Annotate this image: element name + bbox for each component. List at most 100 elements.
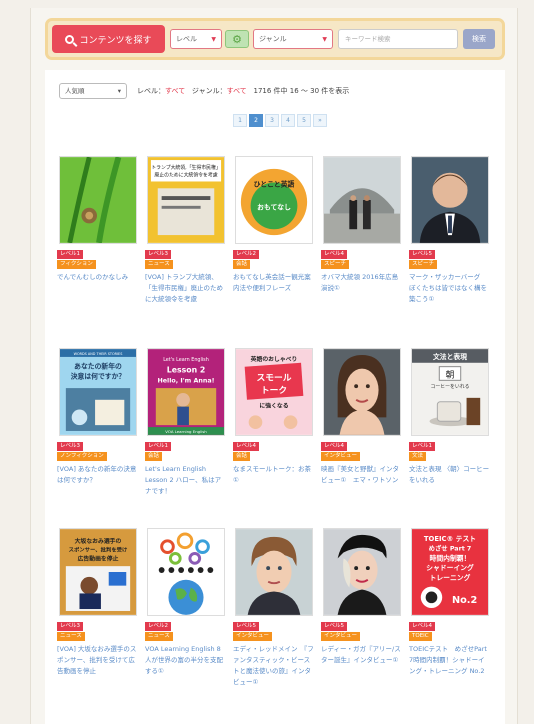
tag-badge[interactable]: レベル3 bbox=[57, 442, 83, 451]
pager-page[interactable]: 3 bbox=[265, 114, 279, 127]
card-thumbnail[interactable] bbox=[235, 528, 313, 616]
tag-badge[interactable]: ニュース bbox=[57, 632, 85, 641]
card-thumbnail[interactable] bbox=[323, 528, 401, 616]
tag-badge[interactable]: ニュース bbox=[145, 260, 173, 269]
tag-badge[interactable]: レベル5 bbox=[321, 622, 347, 631]
content-card[interactable]: TOEIC® テスト めざせ Part 7 時間内制覇！ シャドーイング トレーニング N… bbox=[409, 528, 491, 677]
card-title-link[interactable]: なまスモールトーク：お茶① bbox=[233, 464, 315, 486]
search-content-button[interactable]: コンテンツを探す bbox=[52, 25, 165, 53]
search-bar: コンテンツを探す レベル ▼ ⚙ ジャンル ▼ キーワード検索 検索 bbox=[45, 18, 505, 60]
content-card[interactable]: 英語のおしゃべり スモール トーク に強くなる レベル4 会話 なまスモールトーク：お茶① bbox=[233, 348, 315, 486]
tag-badge[interactable]: レベル3 bbox=[145, 250, 171, 259]
content-card[interactable]: 文法と表現朝コーヒーをいれるレベル1 文法文法と表現 〈朝〉コーヒーをいれる bbox=[409, 348, 491, 486]
content-card[interactable]: ひとこと英語 おもてなし レベル2 会話 おもてなし英会話ー観光案内法や便利フレーズ bbox=[233, 156, 315, 294]
content-card[interactable]: レベル5 スピーチマーク・ザッカーバーグ ぼくたちは皆ではなく構を築こう① bbox=[409, 156, 491, 305]
card-thumbnail[interactable]: 大坂なおみ選手の スポンサー、批判を受け 広告動画を停止 bbox=[59, 528, 137, 616]
tag-badge[interactable]: レベル4 bbox=[233, 442, 259, 451]
card-thumbnail[interactable]: Let's Learn English Lesson 2 Hello, I'm An… bbox=[147, 348, 225, 436]
svg-text:トーク: トーク bbox=[261, 385, 287, 396]
content-card[interactable]: レベル4 インタビュー映画『美女と野獣』インタビュー① エマ・ワトソン bbox=[321, 348, 403, 486]
card-thumbnail[interactable]: 英語のおしゃべり スモール トーク に強くなる bbox=[235, 348, 313, 436]
content-card[interactable]: Let's Learn English Lesson 2 Hello, I'm An… bbox=[145, 348, 227, 497]
page: コンテンツを探す レベル ▼ ⚙ ジャンル ▼ キーワード検索 検索 人気順 ▾… bbox=[30, 8, 518, 724]
card-title-link[interactable]: TOEICテスト めざせPart 7時間内制覇！シャドーイング・トレーニング N… bbox=[409, 644, 491, 677]
tag-badge[interactable]: 会話 bbox=[233, 260, 251, 269]
card-thumbnail[interactable] bbox=[59, 156, 137, 244]
tag-badge[interactable]: ニュース bbox=[145, 632, 173, 641]
tag-badge[interactable]: レベル4 bbox=[321, 250, 347, 259]
card-thumbnail[interactable] bbox=[323, 348, 401, 436]
tag-badge[interactable]: TOEIC bbox=[409, 632, 432, 641]
card-thumbnail[interactable]: 文法と表現朝コーヒーをいれる bbox=[411, 348, 489, 436]
card-title-link[interactable]: 映画『美女と野獣』インタビュー① エマ・ワトソン bbox=[321, 464, 403, 486]
card-title-link[interactable]: [VOA] あなたの新年の決意は何ですか？ bbox=[57, 464, 139, 486]
content-card[interactable]: レベル5 インタビューレディー・ガガ『アリー/スター誕生』インタビュー① bbox=[321, 528, 403, 666]
card-title-link[interactable]: でんでんむしのかなしみ bbox=[57, 272, 139, 283]
tag-badge[interactable]: 文法 bbox=[409, 452, 427, 461]
level-filter-label: レベル： bbox=[137, 87, 165, 95]
card-title-link[interactable]: Let's Learn English Lesson 2 ハロー、私はアナです！ bbox=[145, 464, 227, 497]
card-title-link[interactable]: VOA Learning English 8人が世界の富の半分を支配する① bbox=[145, 644, 227, 677]
sort-select[interactable]: 人気順 ▾ bbox=[59, 83, 127, 99]
card-thumbnail[interactable]: WORDS AND THEIR STORIES あなたの新年の 決意は何ですか？ bbox=[59, 348, 137, 436]
tag-badge[interactable]: 会話 bbox=[233, 452, 251, 461]
card-thumbnail[interactable]: トランプ大統領,「生得市民権」 廃止のために大統領令を考慮 bbox=[147, 156, 225, 244]
tag-badge[interactable]: レベル1 bbox=[57, 250, 83, 259]
content-card[interactable]: レベル1 フィクションでんでんむしのかなしみ bbox=[57, 156, 139, 283]
pager-page[interactable]: 4 bbox=[281, 114, 295, 127]
tag-badge[interactable]: レベル4 bbox=[409, 622, 435, 631]
content-card[interactable]: レベル5 インタビューエディ・レッドメイン 『ファンタスティック・ビーストと魔法使… bbox=[233, 528, 315, 688]
card-thumbnail[interactable] bbox=[147, 528, 225, 616]
svg-text:コーヒーをいれる: コーヒーをいれる bbox=[431, 383, 470, 390]
keyword-search-button[interactable]: 検索 bbox=[463, 29, 495, 49]
card-thumbnail[interactable] bbox=[323, 156, 401, 244]
tag-badge[interactable]: レベル2 bbox=[233, 250, 259, 259]
card-thumbnail[interactable]: ひとこと英語 おもてなし bbox=[235, 156, 313, 244]
tag-badge[interactable]: スピーチ bbox=[409, 260, 438, 269]
tag-badge[interactable]: レベル1 bbox=[145, 442, 171, 451]
content-card[interactable]: レベル4 スピーチオバマ大統領 2016年広島演説① bbox=[321, 156, 403, 294]
tag-badge[interactable]: レベル3 bbox=[57, 622, 83, 631]
tag-badge[interactable]: レベル4 bbox=[321, 442, 347, 451]
card-title-link[interactable]: マーク・ザッカーバーグ ぼくたちは皆ではなく構を築こう① bbox=[409, 272, 491, 305]
card-title-link[interactable]: おもてなし英会話ー観光案内法や便利フレーズ bbox=[233, 272, 315, 294]
card-title-link[interactable]: 文法と表現 〈朝〉コーヒーをいれる bbox=[409, 464, 491, 486]
card-title-link[interactable]: オバマ大統領 2016年広島演説① bbox=[321, 272, 403, 294]
pager-page[interactable]: 2 bbox=[249, 114, 263, 127]
tag-badge[interactable]: 会話 bbox=[145, 452, 163, 461]
tag-badge[interactable]: レベル1 bbox=[409, 442, 435, 451]
level-help-icon[interactable]: ⚙ bbox=[225, 30, 249, 48]
card-title-link[interactable]: [VOA] トランプ大統領、「生得市民権」廃止のために大統領令を考慮 bbox=[145, 272, 227, 305]
tag-badge[interactable]: インタビュー bbox=[321, 632, 361, 641]
tag-badge[interactable]: レベル5 bbox=[233, 622, 259, 631]
content-card[interactable]: WORDS AND THEIR STORIES あなたの新年の 決意は何ですか？ レベ… bbox=[57, 348, 139, 486]
tag-badge[interactable]: レベル5 bbox=[409, 250, 435, 259]
pager-next[interactable]: » bbox=[313, 114, 327, 127]
card-title-link[interactable]: レディー・ガガ『アリー/スター誕生』インタビュー① bbox=[321, 644, 403, 666]
svg-text:VOA Learning English: VOA Learning English bbox=[165, 429, 207, 434]
card-tags: レベル3 ニュース bbox=[57, 622, 139, 641]
pager-page[interactable]: 1 bbox=[233, 114, 247, 127]
content-card[interactable]: トランプ大統領,「生得市民権」 廃止のために大統領令を考慮レベル3 ニュース [VOA… bbox=[145, 156, 227, 305]
tag-badge[interactable]: レベル2 bbox=[145, 622, 171, 631]
tag-badge[interactable]: インタビュー bbox=[233, 632, 273, 641]
svg-text:トレーニング: トレーニング bbox=[430, 573, 471, 582]
content-card[interactable]: 大坂なおみ選手の スポンサー、批判を受け 広告動画を停止レベル3 ニュース [VOA] … bbox=[57, 528, 139, 677]
pager-page[interactable]: 5 bbox=[297, 114, 311, 127]
card-thumbnail[interactable] bbox=[411, 156, 489, 244]
svg-text:に強くなる: に強くなる bbox=[259, 402, 288, 410]
card-title-link[interactable]: エディ・レッドメイン 『ファンタスティック・ビーストと魔法使いの旅』インタビュー… bbox=[233, 644, 315, 688]
tag-badge[interactable]: フィクション bbox=[57, 260, 96, 269]
keyword-input[interactable]: キーワード検索 bbox=[338, 29, 458, 49]
card-thumbnail[interactable]: TOEIC® テスト めざせ Part 7 時間内制覇！ シャドーイング トレーニング N… bbox=[411, 528, 489, 616]
card-tags: レベル2 会話 bbox=[233, 250, 315, 269]
content-card[interactable]: レベル2 ニュース VOA Learning English 8人が世界の富の半分を… bbox=[145, 528, 227, 677]
tag-badge[interactable]: スピーチ bbox=[321, 260, 350, 269]
svg-text:シャドーイング: シャドーイング bbox=[426, 563, 474, 572]
level-select[interactable]: レベル ▼ bbox=[170, 29, 222, 49]
genre-select[interactable]: ジャンル ▼ bbox=[253, 29, 333, 49]
tag-badge[interactable]: インタビュー bbox=[321, 452, 361, 461]
tag-badge[interactable]: ノンフィクション bbox=[57, 452, 107, 461]
card-title-link[interactable]: [VOA] 大坂なおみ選手のスポンサー、批判を受けて広告動画を停止 bbox=[57, 644, 139, 677]
filter-summary: レベル：すべて ジャンル：すべて 1716 件中 16 ～ 30 件を表示 bbox=[137, 86, 349, 96]
